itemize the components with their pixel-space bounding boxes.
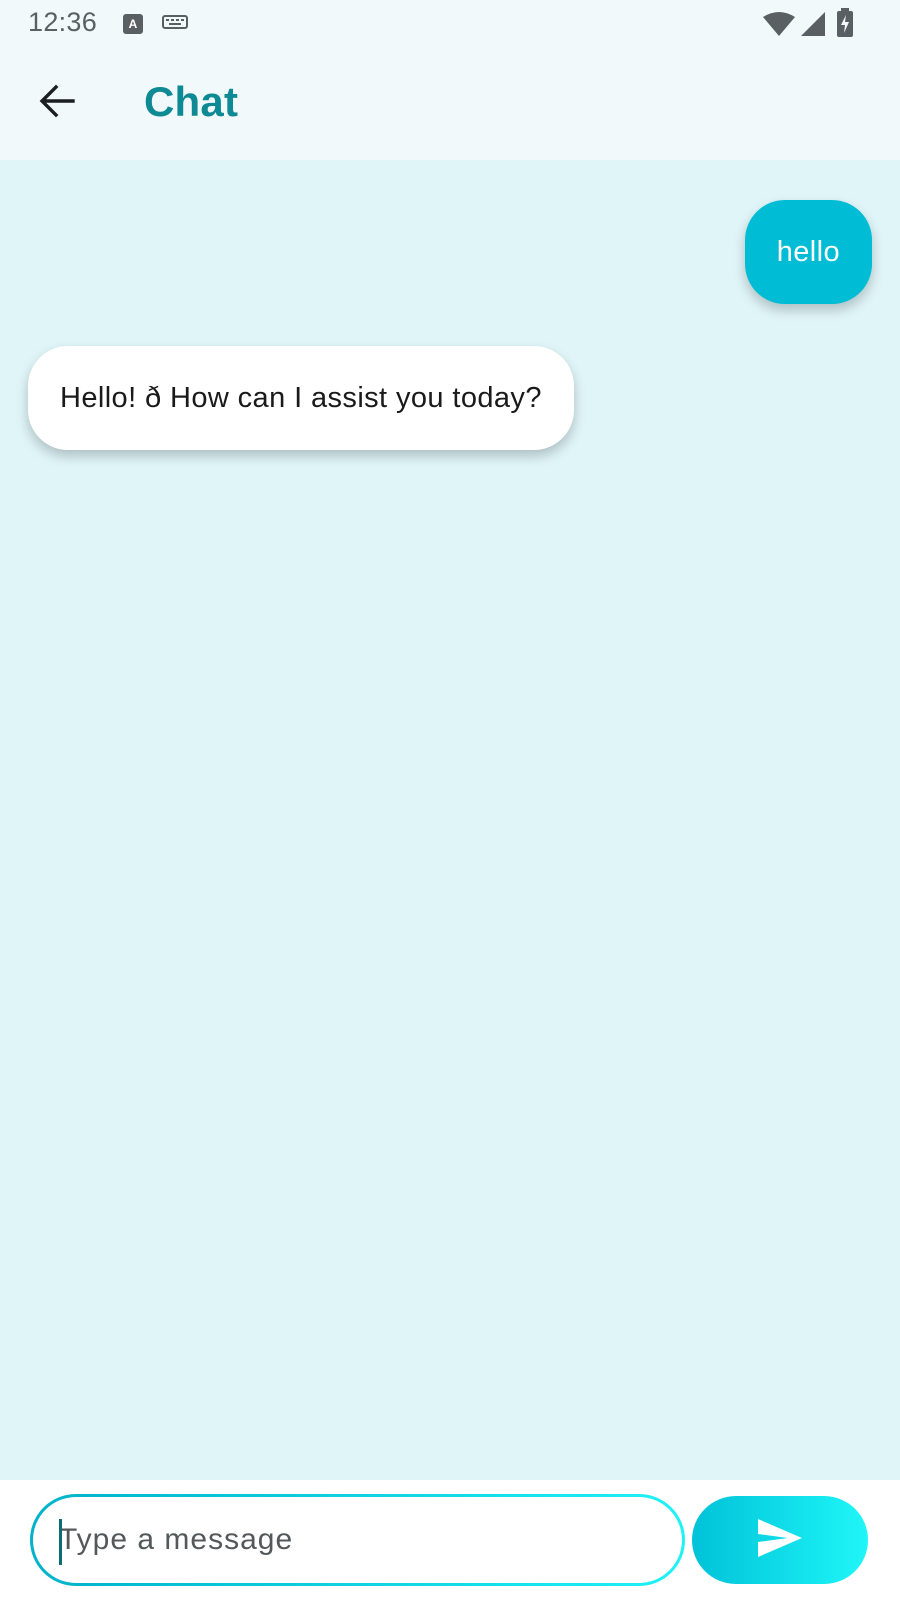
text-a-notification-icon: A [122,13,144,40]
status-bar: 12:36 A [0,0,900,50]
message-input-container[interactable] [33,1497,682,1583]
message-composer [0,1480,900,1600]
svg-text:A: A [129,17,138,31]
user-message-bubble: hello [744,200,872,304]
back-button[interactable] [26,72,88,134]
message-text: Hello! ð How can I assist you today? [60,381,542,414]
bot-message-bubble: Hello! ð How can I assist you today? [28,346,574,450]
battery-charging-icon [836,8,854,43]
keyboard-icon [162,14,188,37]
send-icon [756,1517,804,1564]
message-input-border [30,1494,685,1586]
wifi-icon [762,11,796,42]
chat-message-list[interactable]: hello Hello! ð How can I assist you toda… [0,160,900,1480]
app-bar: Chat [0,50,900,160]
send-button[interactable] [692,1496,868,1584]
cell-signal-icon [800,11,826,42]
page-title: Chat [144,78,239,125]
message-text: hello [776,235,840,268]
status-time: 12:36 [28,7,98,37]
message-input[interactable] [59,1497,649,1583]
arrow-back-icon [37,81,77,126]
text-cursor [59,1519,62,1565]
